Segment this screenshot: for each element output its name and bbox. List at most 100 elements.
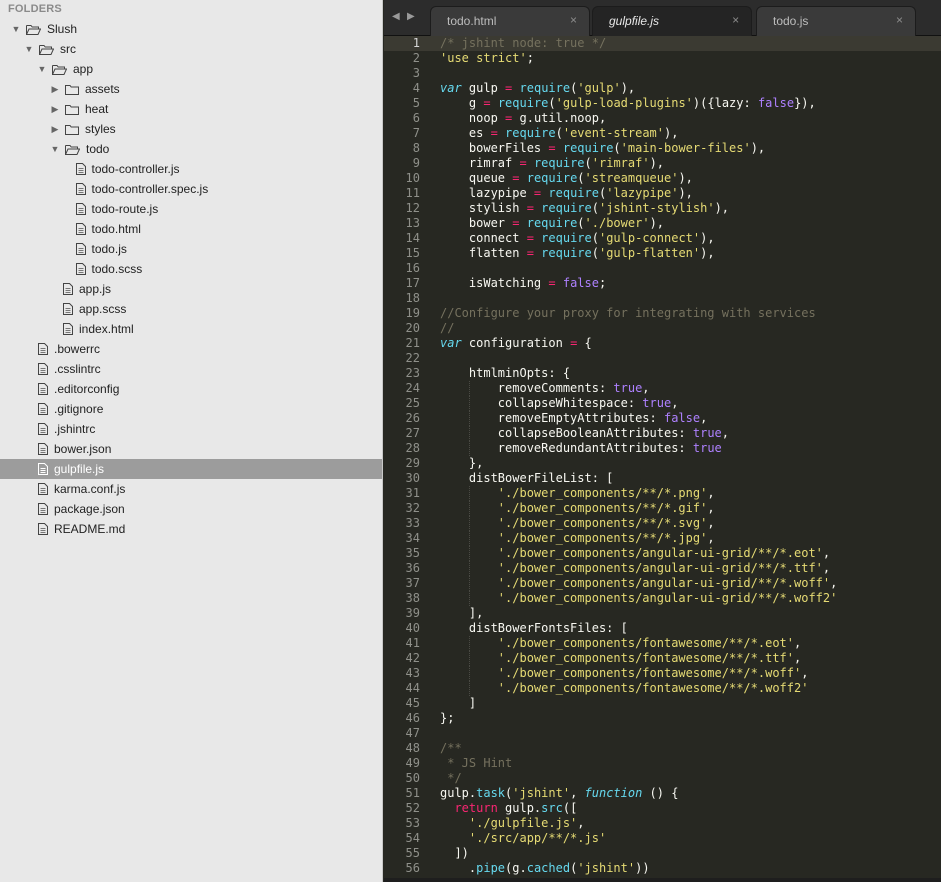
tree-file[interactable]: todo.scss xyxy=(0,259,382,279)
code-line[interactable]: 40 distBowerFontsFiles: [ xyxy=(384,621,941,636)
code-line[interactable]: 8 bowerFiles = require('main-bower-files… xyxy=(384,141,941,156)
tree-file[interactable]: .csslintrc xyxy=(0,359,382,379)
horizontal-scrollbar[interactable] xyxy=(384,878,941,882)
tree-folder[interactable]: ▶ styles xyxy=(0,119,382,139)
code-line[interactable]: 24 removeComments: true, xyxy=(384,381,941,396)
code-line[interactable]: 1 /* jshint node: true */ xyxy=(384,36,941,51)
code-line[interactable]: 18 xyxy=(384,291,941,306)
tab-gulpfile-js[interactable]: gulpfile.js × xyxy=(592,6,752,36)
tab-forward-arrow-icon[interactable]: ▶ xyxy=(407,11,415,22)
code-line[interactable]: 43 './bower_components/fontawesome/**/*.… xyxy=(384,666,941,681)
code-line[interactable]: 22 xyxy=(384,351,941,366)
tree-file[interactable]: todo.js xyxy=(0,239,382,259)
disclosure-expanded-icon[interactable]: ▼ xyxy=(49,139,61,159)
tree-file[interactable]: gulpfile.js xyxy=(0,459,382,479)
code-line[interactable]: 28 removeRedundantAttributes: true xyxy=(384,441,941,456)
code-line[interactable]: 20 // xyxy=(384,321,941,336)
tree-file[interactable]: todo-route.js xyxy=(0,199,382,219)
tree-file[interactable]: todo-controller.js xyxy=(0,159,382,179)
tree-file[interactable]: bower.json xyxy=(0,439,382,459)
tree-file[interactable]: .gitignore xyxy=(0,399,382,419)
code-line[interactable]: 26 removeEmptyAttributes: false, xyxy=(384,411,941,426)
code-line[interactable]: 12 stylish = require('jshint-stylish'), xyxy=(384,201,941,216)
tree-file[interactable]: todo.html xyxy=(0,219,382,239)
tree-file[interactable]: README.md xyxy=(0,519,382,539)
tree-file[interactable]: karma.conf.js xyxy=(0,479,382,499)
disclosure-collapsed-icon[interactable]: ▶ xyxy=(49,79,61,99)
close-icon[interactable]: × xyxy=(732,13,739,27)
disclosure-expanded-icon[interactable]: ▼ xyxy=(23,39,35,59)
tab-todo-js[interactable]: todo.js × xyxy=(756,6,916,36)
code-line[interactable]: 10 queue = require('streamqueue'), xyxy=(384,171,941,186)
code-line[interactable]: 45 ] xyxy=(384,696,941,711)
code-token: queue xyxy=(440,171,513,185)
code-line[interactable]: 9 rimraf = require('rimraf'), xyxy=(384,156,941,171)
code-line[interactable]: 31 './bower_components/**/*.png', xyxy=(384,486,941,501)
code-line[interactable]: 17 isWatching = false; xyxy=(384,276,941,291)
close-icon[interactable]: × xyxy=(896,13,903,27)
tab-todo-html[interactable]: todo.html × xyxy=(430,6,590,36)
code-line[interactable]: 54 './src/app/**/*.js' xyxy=(384,831,941,846)
code-line[interactable]: 32 './bower_components/**/*.gif', xyxy=(384,501,941,516)
code-line[interactable]: 34 './bower_components/**/*.jpg', xyxy=(384,531,941,546)
code-line[interactable]: 29 }, xyxy=(384,456,941,471)
code-line[interactable]: 52 return gulp.src([ xyxy=(384,801,941,816)
code-line[interactable]: 56 .pipe(g.cached('jshint')) xyxy=(384,861,941,876)
code-line[interactable]: 41 './bower_components/fontawesome/**/*.… xyxy=(384,636,941,651)
code-line[interactable]: 30 distBowerFileList: [ xyxy=(384,471,941,486)
code-line[interactable]: 53 './gulpfile.js', xyxy=(384,816,941,831)
code-line[interactable]: 27 collapseBooleanAttributes: true, xyxy=(384,426,941,441)
tree-file[interactable]: .jshintrc xyxy=(0,419,382,439)
code-line[interactable]: 51 gulp.task('jshint', function () { xyxy=(384,786,941,801)
tree-folder[interactable]: ▼ src xyxy=(0,39,382,59)
code-line[interactable]: 55 ]) xyxy=(384,846,941,861)
disclosure-expanded-icon[interactable]: ▼ xyxy=(36,59,48,79)
code-line[interactable]: 39 ], xyxy=(384,606,941,621)
tree-folder[interactable]: ▶ assets xyxy=(0,79,382,99)
code-line[interactable]: 16 xyxy=(384,261,941,276)
tree-file[interactable]: index.html xyxy=(0,319,382,339)
code-line[interactable]: 21 var configuration = { xyxy=(384,336,941,351)
code-line[interactable]: 2 'use strict'; xyxy=(384,51,941,66)
code-line[interactable]: 25 collapseWhitespace: true, xyxy=(384,396,941,411)
code-line[interactable]: 37 './bower_components/angular-ui-grid/*… xyxy=(384,576,941,591)
disclosure-expanded-icon[interactable]: ▼ xyxy=(10,19,22,39)
tree-file[interactable]: package.json xyxy=(0,499,382,519)
code-line[interactable]: 36 './bower_components/angular-ui-grid/*… xyxy=(384,561,941,576)
code-line[interactable]: 33 './bower_components/**/*.svg', xyxy=(384,516,941,531)
code-area[interactable]: 1/* jshint node: true */2'use strict'; 3 4… xyxy=(384,36,941,882)
code-line[interactable]: 42 './bower_components/fontawesome/**/*.… xyxy=(384,651,941,666)
code-line[interactable]: 6 noop = g.util.noop, xyxy=(384,111,941,126)
code-line[interactable]: 47 xyxy=(384,726,941,741)
code-line[interactable]: 23 htmlminOpts: { xyxy=(384,366,941,381)
disclosure-collapsed-icon[interactable]: ▶ xyxy=(49,119,61,139)
code-line[interactable]: 50 */ xyxy=(384,771,941,786)
code-line[interactable]: 44 './bower_components/fontawesome/**/*.… xyxy=(384,681,941,696)
tree-file[interactable]: app.js xyxy=(0,279,382,299)
code-line[interactable]: 7 es = require('event-stream'), xyxy=(384,126,941,141)
tree-folder[interactable]: ▶ heat xyxy=(0,99,382,119)
code-line[interactable]: 15 flatten = require('gulp-flatten'), xyxy=(384,246,941,261)
code-line[interactable]: 3 xyxy=(384,66,941,81)
tree-file[interactable]: app.scss xyxy=(0,299,382,319)
tree-file[interactable]: .editorconfig xyxy=(0,379,382,399)
tree-folder[interactable]: ▼ todo xyxy=(0,139,382,159)
code-line[interactable]: 48 /** xyxy=(384,741,941,756)
disclosure-collapsed-icon[interactable]: ▶ xyxy=(49,99,61,119)
close-icon[interactable]: × xyxy=(570,13,577,27)
code-line[interactable]: 35 './bower_components/angular-ui-grid/*… xyxy=(384,546,941,561)
code-line[interactable]: 14 connect = require('gulp-connect'), xyxy=(384,231,941,246)
tree-folder[interactable]: ▼ Slush xyxy=(0,19,382,39)
code-line[interactable]: 46}; xyxy=(384,711,941,726)
tree-file[interactable]: .bowerrc xyxy=(0,339,382,359)
code-line[interactable]: 19 //Configure your proxy for integrating… xyxy=(384,306,941,321)
code-line[interactable]: 4 var gulp = require('gulp'), xyxy=(384,81,941,96)
code-line[interactable]: 13 bower = require('./bower'), xyxy=(384,216,941,231)
tree-file[interactable]: todo-controller.spec.js xyxy=(0,179,382,199)
code-line[interactable]: 49 * JS Hint xyxy=(384,756,941,771)
code-line[interactable]: 5 g = require('gulp-load-plugins')({lazy… xyxy=(384,96,941,111)
code-line[interactable]: 38 './bower_components/angular-ui-grid/*… xyxy=(384,591,941,606)
tab-back-arrow-icon[interactable]: ◀ xyxy=(392,11,400,22)
tree-folder[interactable]: ▼ app xyxy=(0,59,382,79)
code-line[interactable]: 11 lazypipe = require('lazypipe'), xyxy=(384,186,941,201)
